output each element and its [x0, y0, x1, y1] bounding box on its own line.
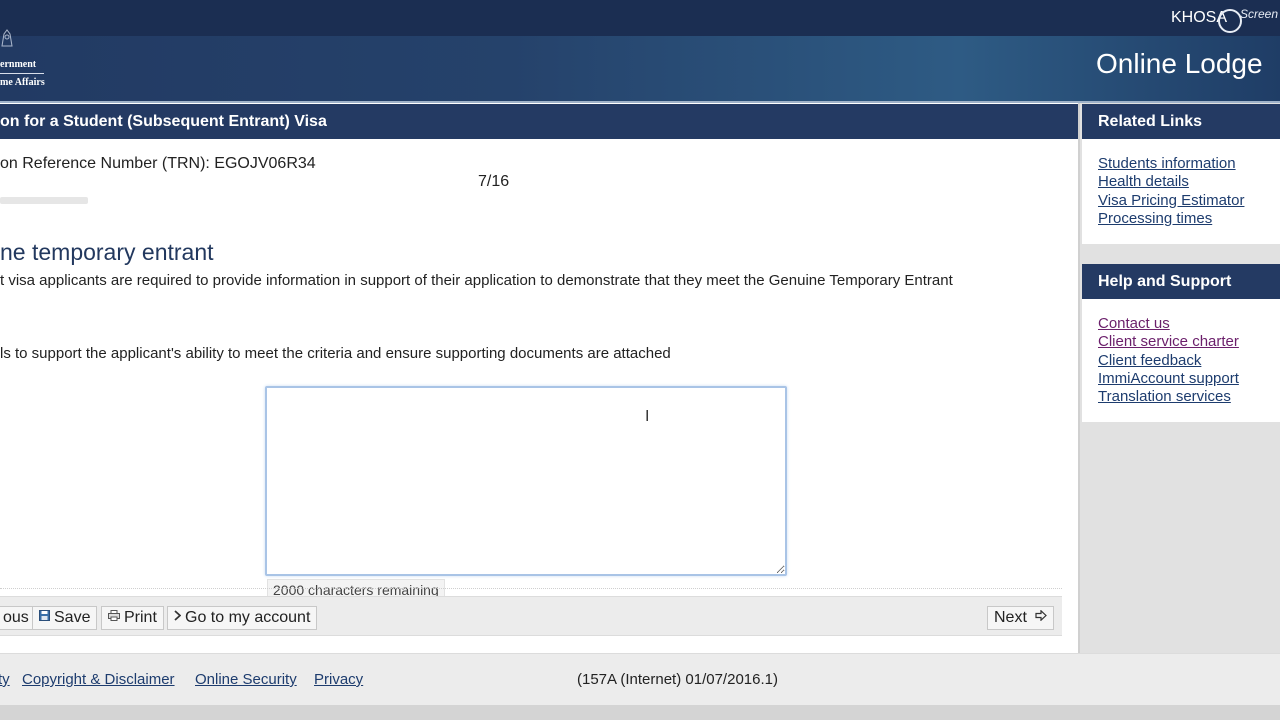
bottom-strip — [0, 705, 1280, 720]
related-links-heading: Related Links — [1082, 104, 1280, 139]
watermark-icon — [1218, 9, 1242, 33]
section-heading: ne temporary entrant — [0, 239, 214, 265]
logo-divider — [0, 73, 44, 74]
save-button[interactable]: Save — [32, 606, 98, 630]
footer-link-online-security[interactable]: Online Security — [195, 671, 297, 688]
link-health-details[interactable]: Health details — [1098, 173, 1189, 190]
button-bar: ous Save Print Go to my account Next — [0, 596, 1062, 636]
account-label: Go to my account — [185, 609, 311, 626]
watermark-text: Screen — [1240, 7, 1279, 21]
progress-bar — [0, 197, 88, 204]
related-links-panel: Related Links Students information Healt… — [1082, 104, 1280, 244]
link-visa-pricing-estimator[interactable]: Visa Pricing Estimator — [1098, 192, 1244, 209]
list-item: Visa Pricing Estimator — [1098, 192, 1280, 210]
next-button[interactable]: Next — [987, 606, 1055, 630]
next-label: Next — [994, 609, 1027, 626]
list-item: Contact us — [1098, 315, 1280, 333]
list-item: Students information — [1098, 155, 1280, 173]
text-cursor-icon: I — [645, 408, 650, 425]
previous-label: ous — [3, 609, 29, 626]
printer-icon — [108, 610, 120, 624]
logo-line-2: me Affairs — [0, 77, 45, 88]
link-immiaccount-support[interactable]: ImmiAccount support — [1098, 370, 1239, 387]
link-translation-services[interactable]: Translation services — [1098, 388, 1231, 405]
header-top-bar — [0, 0, 1280, 36]
print-label: Print — [124, 609, 157, 626]
app-title: Online Lodge — [1096, 48, 1263, 79]
list-item: Translation services — [1098, 388, 1280, 406]
list-item: Health details — [1098, 173, 1280, 191]
save-label: Save — [54, 609, 91, 626]
list-item: Client service charter — [1098, 333, 1280, 351]
list-item: ImmiAccount support — [1098, 370, 1280, 388]
crest-icon — [1, 29, 13, 47]
help-support-panel: Help and Support Contact us Client servi… — [1082, 264, 1280, 422]
sidebar: Related Links Students information Healt… — [1078, 103, 1280, 653]
page-count: 7/16 — [478, 173, 510, 190]
link-students-information[interactable]: Students information — [1098, 155, 1236, 172]
related-links-list: Students information Health details Visa… — [1082, 139, 1280, 228]
help-support-heading: Help and Support — [1082, 264, 1280, 299]
gte-statement-textarea[interactable] — [265, 386, 787, 576]
footer-link-copyright[interactable]: Copyright & Disclaimer — [22, 671, 175, 688]
version-text: (157A (Internet) 01/07/2016.1) — [577, 671, 778, 688]
link-contact-us[interactable]: Contact us — [1098, 315, 1170, 332]
form-title: on for a Student (Subsequent Entrant) Vi… — [0, 104, 1078, 139]
previous-button[interactable]: ous — [0, 606, 36, 630]
footer: ty Copyright & Disclaimer Online Securit… — [0, 653, 1280, 705]
link-client-service-charter[interactable]: Client service charter — [1098, 333, 1239, 350]
link-client-feedback[interactable]: Client feedback — [1098, 352, 1201, 369]
site-header: ernment me Affairs KHOSA Screen Online L… — [0, 0, 1280, 103]
help-links-list: Contact us Client service charter Client… — [1082, 299, 1280, 406]
footer-link-accessibility[interactable]: ty — [0, 671, 10, 688]
intro-text: t visa applicants are required to provid… — [0, 272, 953, 289]
link-processing-times[interactable]: Processing times — [1098, 210, 1212, 227]
question-text: ls to support the applicant's ability to… — [0, 345, 671, 362]
print-button[interactable]: Print — [101, 606, 164, 630]
footer-link-privacy[interactable]: Privacy — [314, 671, 363, 688]
divider — [0, 588, 1062, 589]
list-item: Client feedback — [1098, 352, 1280, 370]
form-panel: on for a Student (Subsequent Entrant) Vi… — [0, 103, 1078, 653]
gte-textarea-wrapper — [265, 386, 787, 576]
chevron-right-icon — [174, 610, 182, 624]
floppy-disk-icon — [39, 610, 50, 624]
logo-line-1: ernment — [0, 59, 37, 70]
government-logo[interactable]: ernment me Affairs — [0, 26, 60, 90]
go-to-account-button[interactable]: Go to my account — [167, 606, 318, 630]
trn-label: on Reference Number (TRN): EGOJV06R34 — [0, 155, 316, 172]
list-item: Processing times — [1098, 210, 1280, 228]
arrow-right-icon — [1035, 609, 1048, 624]
